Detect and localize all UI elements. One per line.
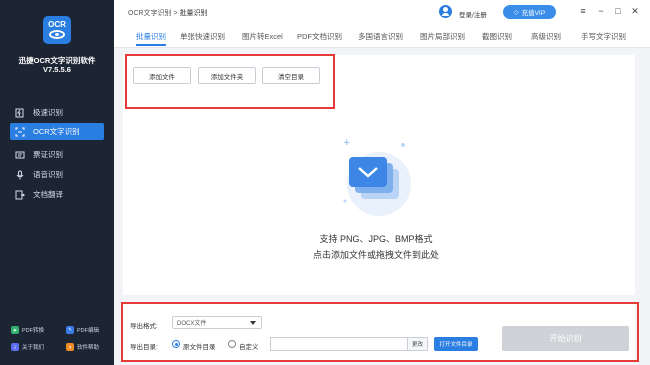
breadcrumb-separator: > xyxy=(173,10,178,17)
tab-advanced[interactable]: 高级识别 xyxy=(531,31,561,42)
export-dir-label: 导出目录: xyxy=(130,344,158,351)
login-link[interactable]: 登录/注册 xyxy=(459,9,487,19)
change-dir-button[interactable]: 更改 xyxy=(408,337,428,351)
radio-source-dir-label[interactable]: 原文件目录 xyxy=(183,341,216,351)
radio-custom-dir[interactable] xyxy=(228,340,236,348)
close-icon[interactable]: ✕ xyxy=(630,6,640,17)
start-recognition-button[interactable]: 开始识别 xyxy=(502,326,629,351)
diamond-icon: ◇ xyxy=(513,9,519,16)
sidebar-item-label: 票证识别 xyxy=(33,150,63,159)
bottom-link-label: PDF转换 xyxy=(22,328,45,334)
vip-label: 充值VIP xyxy=(521,10,546,17)
tab-bar: 批量识别 单张快速识别 图片转Excel PDF文档识别 多国语言识别 图片局部… xyxy=(114,26,650,48)
tab-single-quick[interactable]: 单张快速识别 xyxy=(180,31,225,42)
top-bar: OCR文字识别 > 批量识别 登录/注册 ◇ 充值VIP ≡ − □ ✕ xyxy=(114,0,650,26)
sidebar-item-label: 极速识别 xyxy=(33,108,63,117)
sidebar-item-fast[interactable]: 极速识别 xyxy=(10,104,104,121)
pdf-convert-link[interactable]: P PDF转换 xyxy=(11,326,44,334)
logo-text: OCR xyxy=(48,20,66,29)
help-link[interactable]: ? 软件帮助 xyxy=(66,343,99,351)
export-format-label: 导出格式: xyxy=(130,323,158,330)
breadcrumb-root[interactable]: OCR文字识别 xyxy=(128,10,172,17)
tab-screenshot[interactable]: 截图识别 xyxy=(482,31,512,42)
export-path-input[interactable] xyxy=(270,337,408,351)
app-logo: OCR xyxy=(43,16,71,44)
sidebar-item-ticket[interactable]: 票证识别 xyxy=(10,146,104,163)
vip-button[interactable]: ◇ 充值VIP xyxy=(503,5,556,19)
sidebar-item-ocr[interactable]: OCR文字识别 xyxy=(10,123,104,140)
radio-custom-dir-label[interactable]: 自定义 xyxy=(239,341,259,351)
sidebar-item-label: OCR文字识别 xyxy=(33,127,80,136)
tab-image-to-excel[interactable]: 图片转Excel xyxy=(242,31,283,42)
svg-text:+: + xyxy=(343,139,351,148)
tab-pdf[interactable]: PDF文档识别 xyxy=(297,31,342,42)
breadcrumb: OCR文字识别 > 批量识别 xyxy=(128,8,208,18)
bottom-link-label: 软件帮助 xyxy=(77,345,100,351)
app-version: V7.5.5.6 xyxy=(43,65,71,74)
bottom-link-label: PDF编辑 xyxy=(77,328,100,334)
about-icon: i xyxy=(11,343,19,351)
user-avatar-icon[interactable] xyxy=(439,5,452,18)
export-format-select[interactable]: DOCX文件 xyxy=(172,316,262,329)
microphone-icon xyxy=(15,170,25,180)
pdf-edit-icon: ✎ xyxy=(66,326,74,334)
pdf-convert-icon: P xyxy=(11,326,19,334)
bottom-link-label: 关于我们 xyxy=(22,345,45,351)
chevron-down-icon xyxy=(250,321,256,325)
highlight-box xyxy=(125,54,335,109)
translate-icon xyxy=(15,190,25,200)
lightning-doc-icon xyxy=(15,108,25,118)
radio-source-dir[interactable] xyxy=(172,340,180,348)
sidebar-item-translate[interactable]: 文档翻译 xyxy=(10,186,104,203)
breadcrumb-current: 批量识别 xyxy=(179,10,208,17)
scan-icon xyxy=(15,127,25,137)
drop-hint-text: 点击添加文件或拖拽文件到此处 xyxy=(312,250,439,260)
minimize-icon[interactable]: − xyxy=(596,6,606,16)
pdf-edit-link[interactable]: ✎ PDF编辑 xyxy=(66,326,99,334)
menu-icon[interactable]: ≡ xyxy=(578,6,588,16)
help-icon: ? xyxy=(66,343,74,351)
about-link[interactable]: i 关于我们 xyxy=(11,343,44,351)
tab-partial[interactable]: 图片局部识别 xyxy=(420,31,465,42)
sidebar-item-label: 语音识别 xyxy=(33,170,63,179)
sidebar-item-label: 文档翻译 xyxy=(33,190,63,199)
tab-handwriting[interactable]: 手写文字识别 xyxy=(581,31,626,42)
supported-formats-text: 支持 PNG、JPG、BMP格式 xyxy=(319,234,433,244)
sidebar-item-voice[interactable]: 语音识别 xyxy=(10,166,104,183)
export-format-value: DOCX文件 xyxy=(177,321,207,327)
tab-multilang[interactable]: 多国语言识别 xyxy=(358,31,403,42)
eye-icon xyxy=(49,30,65,39)
add-files-illustration: + xyxy=(343,139,411,216)
open-dir-button[interactable]: 打开文件目录 xyxy=(434,337,478,351)
ticket-icon xyxy=(15,150,25,160)
sidebar: OCR 迅捷OCR文字识别软件 V7.5.5.6 极速识别 OCR文字识别 票证… xyxy=(0,0,114,365)
tab-batch[interactable]: 批量识别 xyxy=(136,31,166,46)
maximize-icon[interactable]: □ xyxy=(613,6,623,16)
